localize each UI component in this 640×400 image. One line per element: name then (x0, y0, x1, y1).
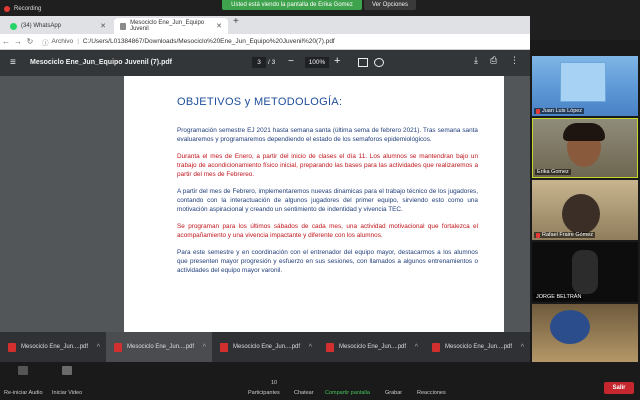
share-screen-button[interactable]: Compartir pantalla (325, 390, 370, 396)
pdf-file-icon (432, 342, 440, 352)
paragraph: Se programan para los últimos sábados de… (177, 223, 478, 239)
recording-label: Recording (14, 6, 42, 12)
participant-name: JORGE BELTRÁN (534, 294, 584, 300)
meeting-controls: Re-iniciar Audio Iniciar Video 10 Partic… (0, 362, 640, 400)
fit-page-icon[interactable] (358, 58, 368, 67)
reload-icon[interactable]: ↻ (24, 37, 36, 46)
menu-icon[interactable]: ≡ (10, 57, 16, 68)
leave-button[interactable]: Salir (604, 382, 634, 394)
address-bar: ← → ↻ ⓘ Archivo | C:/Users/L01384867/Dow… (0, 34, 530, 50)
pdf-toolbar: ≡ Mesociclo Ene_Jun_Equipo Juvenil (7).p… (0, 50, 530, 76)
participants-count: 10 (271, 380, 278, 386)
paragraph: Para este semestre y en coordinación con… (177, 249, 478, 274)
globe-icon (120, 22, 127, 30)
download-item[interactable]: Mesociclo Ene_Jun....pdf ^ (212, 332, 318, 362)
pdf-file-icon (326, 342, 334, 352)
whatsapp-icon (10, 22, 17, 30)
participant-name: Erika Gomez (535, 169, 571, 175)
pdf-file-icon (8, 342, 16, 352)
rotate-icon[interactable] (374, 58, 384, 67)
pdf-file-icon (114, 342, 122, 352)
video-off-icon[interactable] (62, 366, 72, 375)
zoom-out-button[interactable]: − (288, 56, 294, 67)
tab-label: (34) WhatsApp (21, 23, 62, 29)
forward-icon[interactable]: → (12, 37, 24, 46)
participant-name: Juan Luis López (534, 108, 585, 114)
chevron-up-icon[interactable]: ^ (521, 344, 524, 351)
new-tab-button[interactable]: + (233, 16, 239, 27)
zoom-input[interactable]: 100% (305, 57, 329, 68)
paragraph: A partir del mes de Febrero, implementar… (177, 188, 478, 213)
downloads-bar: Mesociclo Ene_Jun....pdf ^ Mesociclo Ene… (0, 332, 530, 362)
muted-mic-icon (536, 232, 540, 238)
participants-button[interactable]: Participantes (248, 390, 280, 396)
logo-image (560, 62, 606, 102)
close-icon[interactable]: ✕ (100, 22, 106, 30)
headphones-icon[interactable] (18, 366, 28, 375)
paragraph: Programación semestre EJ 2021 hasta sema… (177, 127, 478, 143)
pdf-file-icon (220, 342, 228, 352)
chevron-up-icon[interactable]: ^ (97, 344, 100, 351)
page-number-input[interactable]: 3 (252, 57, 266, 68)
download-item[interactable]: Mesociclo Ene_Jun....pdf ^ (106, 332, 212, 362)
pdf-page: OBJETIVOS y METODOLOGÍA: Programación se… (124, 76, 504, 332)
screen: Recording Usted está viendo la pantalla … (0, 0, 640, 400)
chat-button[interactable]: Chatear (294, 390, 314, 396)
view-options-button[interactable]: Ver Opciones (364, 0, 416, 10)
start-video-button[interactable]: Iniciar Video (52, 390, 82, 396)
file-info-icon[interactable]: ⓘ (42, 37, 49, 47)
download-label: Mesociclo Ene_Jun....pdf (127, 344, 195, 350)
close-icon[interactable]: ✕ (216, 22, 222, 30)
record-button[interactable]: Grabar (385, 390, 402, 396)
url-field[interactable]: C:/Users/L01384867/Downloads/Mesociclo%2… (83, 38, 335, 45)
download-icon[interactable]: ⤓ (474, 55, 484, 65)
chevron-up-icon[interactable]: ^ (309, 344, 312, 351)
download-label: Mesociclo Ene_Jun....pdf (339, 344, 407, 350)
download-item[interactable]: Mesociclo Ene_Jun....pdf ^ (318, 332, 424, 362)
download-label: Mesociclo Ene_Jun....pdf (445, 344, 513, 350)
zoom-in-button[interactable]: + (334, 55, 340, 67)
back-icon[interactable]: ← (0, 37, 12, 46)
muted-mic-icon (536, 108, 540, 114)
tab-pdf[interactable]: Mesociclo Ene_Jun_Equipo Juvenil ✕ (114, 18, 228, 34)
video-tile[interactable]: Juan Luis López (532, 56, 638, 116)
print-icon[interactable]: ⎙ (490, 55, 500, 65)
video-tile[interactable] (532, 304, 638, 364)
pdf-title: Mesociclo Ene_Jun_Equipo Juvenil (7).pdf (30, 59, 172, 66)
file-scheme-label: Archivo (51, 38, 74, 45)
rejoin-audio-button[interactable]: Re-iniciar Audio (4, 390, 43, 396)
participant-hair (563, 123, 605, 141)
download-item[interactable]: Mesociclo Ene_Jun....pdf ^ (424, 332, 530, 362)
participant-video (550, 310, 590, 344)
reactions-button[interactable]: Reacciones (417, 390, 446, 396)
chevron-up-icon[interactable]: ^ (203, 344, 206, 351)
download-label: Mesociclo Ene_Jun....pdf (21, 344, 89, 350)
participant-video (572, 250, 598, 294)
divider: | (77, 38, 79, 45)
share-banner: Usted está viendo la pantalla de Erika G… (222, 0, 362, 10)
pdf-viewport[interactable]: OBJETIVOS y METODOLOGÍA: Programación se… (0, 76, 530, 332)
page-total: / 3 (268, 59, 276, 66)
tab-label: Mesociclo Ene_Jun_Equipo Juvenil (130, 20, 205, 32)
record-dot-icon (4, 6, 10, 12)
recording-indicator: Recording (4, 3, 41, 15)
more-options-icon[interactable]: ⋮ (510, 55, 520, 65)
tab-whatsapp[interactable]: (34) WhatsApp ✕ (4, 18, 112, 34)
participant-video (562, 194, 600, 234)
page-heading: OBJETIVOS y METODOLOGÍA: (177, 96, 343, 108)
video-tile-active-speaker[interactable]: Erika Gomez (532, 118, 638, 178)
participant-name: Rafael Fraire Gómez (534, 232, 596, 238)
chevron-up-icon[interactable]: ^ (415, 344, 418, 351)
download-item[interactable]: Mesociclo Ene_Jun....pdf ^ (0, 332, 106, 362)
browser-tab-bar: (34) WhatsApp ✕ Mesociclo Ene_Jun_Equipo… (0, 16, 530, 34)
video-tile[interactable]: JORGE BELTRÁN (532, 242, 638, 302)
participants-video-panel: Juan Luis López Erika Gomez Rafael Frair… (530, 40, 640, 368)
download-label: Mesociclo Ene_Jun....pdf (233, 344, 301, 350)
video-tile[interactable]: Rafael Fraire Gómez (532, 180, 638, 240)
paragraph: Duranta el mes de Enero, a partir del in… (177, 153, 478, 178)
